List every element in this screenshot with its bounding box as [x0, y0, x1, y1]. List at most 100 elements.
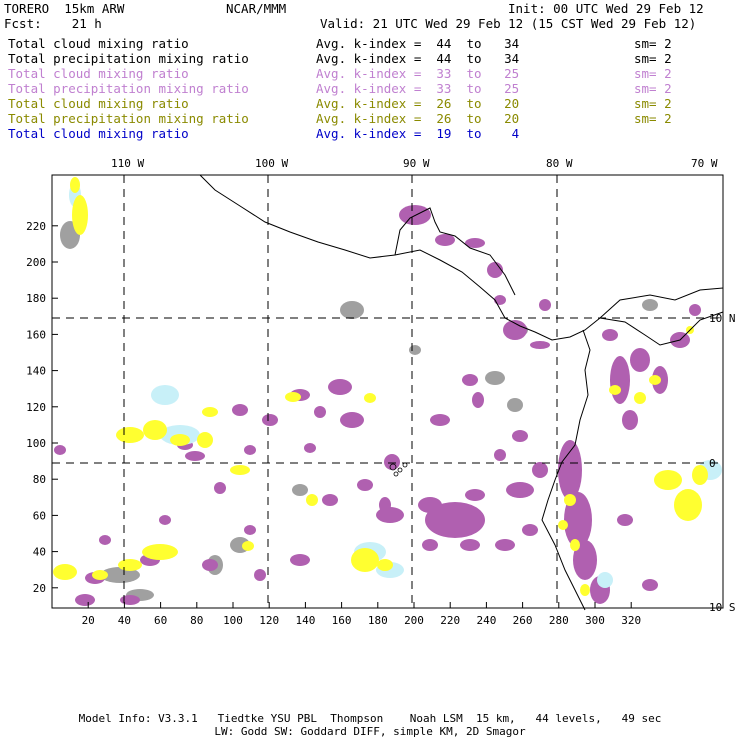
purple-field-blob [304, 443, 316, 453]
purple-field-blob [422, 539, 438, 551]
x-tick-label: 100 [223, 614, 243, 627]
purple-field-blob [610, 356, 630, 404]
purple-field-blob [506, 482, 534, 498]
y-tick-label: 180 [26, 292, 46, 305]
model-info-line1: Model Info: V3.3.1 Tiedtke YSU PBL Thomp… [78, 712, 662, 725]
yellow-field-blob [558, 520, 568, 530]
x-tick-label: 80 [190, 614, 203, 627]
x-tick-label: 220 [440, 614, 460, 627]
purple-field-blob [244, 525, 256, 535]
purple-field-blob [494, 449, 506, 461]
yellow-field-blob [580, 584, 590, 596]
lon-label-100w: 100 W [255, 157, 288, 170]
yellow-field-blob [230, 465, 250, 475]
purple-field-blob [512, 430, 528, 442]
yellow-field-blob [72, 195, 88, 235]
purple-field-blob [462, 374, 478, 386]
yellow-field-blob [70, 177, 80, 193]
y-tick-label: 220 [26, 220, 46, 233]
yellow-field-blob [170, 434, 190, 446]
gray-field-blob [340, 301, 364, 319]
model-info-line2: LW: Godd SW: Goddard DIFF, simple KM, 2D… [214, 725, 526, 738]
purple-field-blob [418, 497, 442, 513]
purple-field-blob [159, 515, 171, 525]
yellow-field-blob [654, 470, 682, 490]
y-tick-label: 60 [33, 509, 46, 522]
yellow-field-blob [674, 489, 702, 521]
y-tick-label: 100 [26, 437, 46, 450]
y-tick-label: 160 [26, 328, 46, 341]
y-tick-label: 200 [26, 256, 46, 269]
gray-field-blob [292, 484, 308, 496]
purple-field-blob [75, 594, 95, 606]
x-tick-label: 120 [259, 614, 279, 627]
x-tick-label: 40 [118, 614, 131, 627]
purple-field-blob [435, 234, 455, 246]
yellow-field-blob [649, 375, 661, 385]
yellow-field-blob [634, 392, 646, 404]
y-tick-label: 120 [26, 401, 46, 414]
purple-field-blob [202, 559, 218, 571]
x-tick-label: 160 [332, 614, 352, 627]
x-tick-label: 300 [585, 614, 605, 627]
yellow-field-blob [285, 392, 301, 402]
yellow-field-blob [197, 432, 213, 448]
y-tick-label: 80 [33, 473, 46, 486]
purple-field-blob [214, 482, 226, 494]
yellow-field-blob [351, 548, 379, 572]
purple-field-blob [487, 262, 503, 278]
yellow-field-blob [364, 393, 376, 403]
x-tick-label: 280 [549, 614, 569, 627]
yellow-field-blob [570, 539, 580, 551]
purple-field-blob [530, 341, 550, 349]
yellow-field-blob [609, 385, 621, 395]
x-tick-label: 200 [404, 614, 424, 627]
lat-label-0: 0 [709, 457, 716, 470]
yellow-field-blob [564, 494, 576, 506]
yellow-field-blob [692, 465, 708, 485]
purple-field-blob [532, 462, 548, 478]
lon-label-90w: 90 W [403, 157, 430, 170]
yellow-field-blob [242, 541, 254, 551]
lightblue-field-blob [597, 572, 613, 588]
y-tick-label: 40 [33, 546, 46, 559]
gray-field-blob [485, 371, 505, 385]
purple-field-blob [340, 412, 364, 428]
purple-field-blob [328, 379, 352, 395]
purple-field-blob [465, 489, 485, 501]
y-tick-label: 140 [26, 365, 46, 378]
purple-field-blob [244, 445, 256, 455]
x-tick-label: 260 [513, 614, 533, 627]
purple-field-blob [522, 524, 538, 536]
yellow-field-blob [92, 570, 108, 580]
purple-field-blob [322, 494, 338, 506]
purple-field-blob [622, 410, 638, 430]
gray-field-blob [507, 398, 523, 412]
purple-field-blob [602, 329, 618, 341]
purple-field-blob [495, 539, 515, 551]
purple-field-blob [472, 392, 484, 408]
lat-label-10n: 10 N [709, 312, 736, 325]
yellow-field-blob [143, 420, 167, 440]
lon-label-80w: 80 W [546, 157, 573, 170]
purple-field-blob [460, 539, 480, 551]
purple-field-blob [689, 304, 701, 316]
lat-label-10s: 10 S [709, 601, 736, 614]
purple-field-blob [558, 440, 582, 500]
gray-field-blob [409, 345, 421, 355]
purple-field-blob [430, 414, 450, 426]
y-tick-label: 20 [33, 582, 46, 595]
x-tick-label: 240 [476, 614, 496, 627]
purple-field-blob [232, 404, 248, 416]
purple-field-blob [539, 299, 551, 311]
yellow-field-blob [118, 559, 142, 571]
purple-field-blob [617, 514, 633, 526]
purple-field-blob [99, 535, 111, 545]
yellow-field-blob [116, 427, 144, 443]
purple-field-blob [290, 554, 310, 566]
purple-field-blob [379, 497, 391, 513]
x-tick-label: 320 [621, 614, 641, 627]
gray-field-blob [642, 299, 658, 311]
purple-field-blob [185, 451, 205, 461]
purple-field-blob [630, 348, 650, 372]
